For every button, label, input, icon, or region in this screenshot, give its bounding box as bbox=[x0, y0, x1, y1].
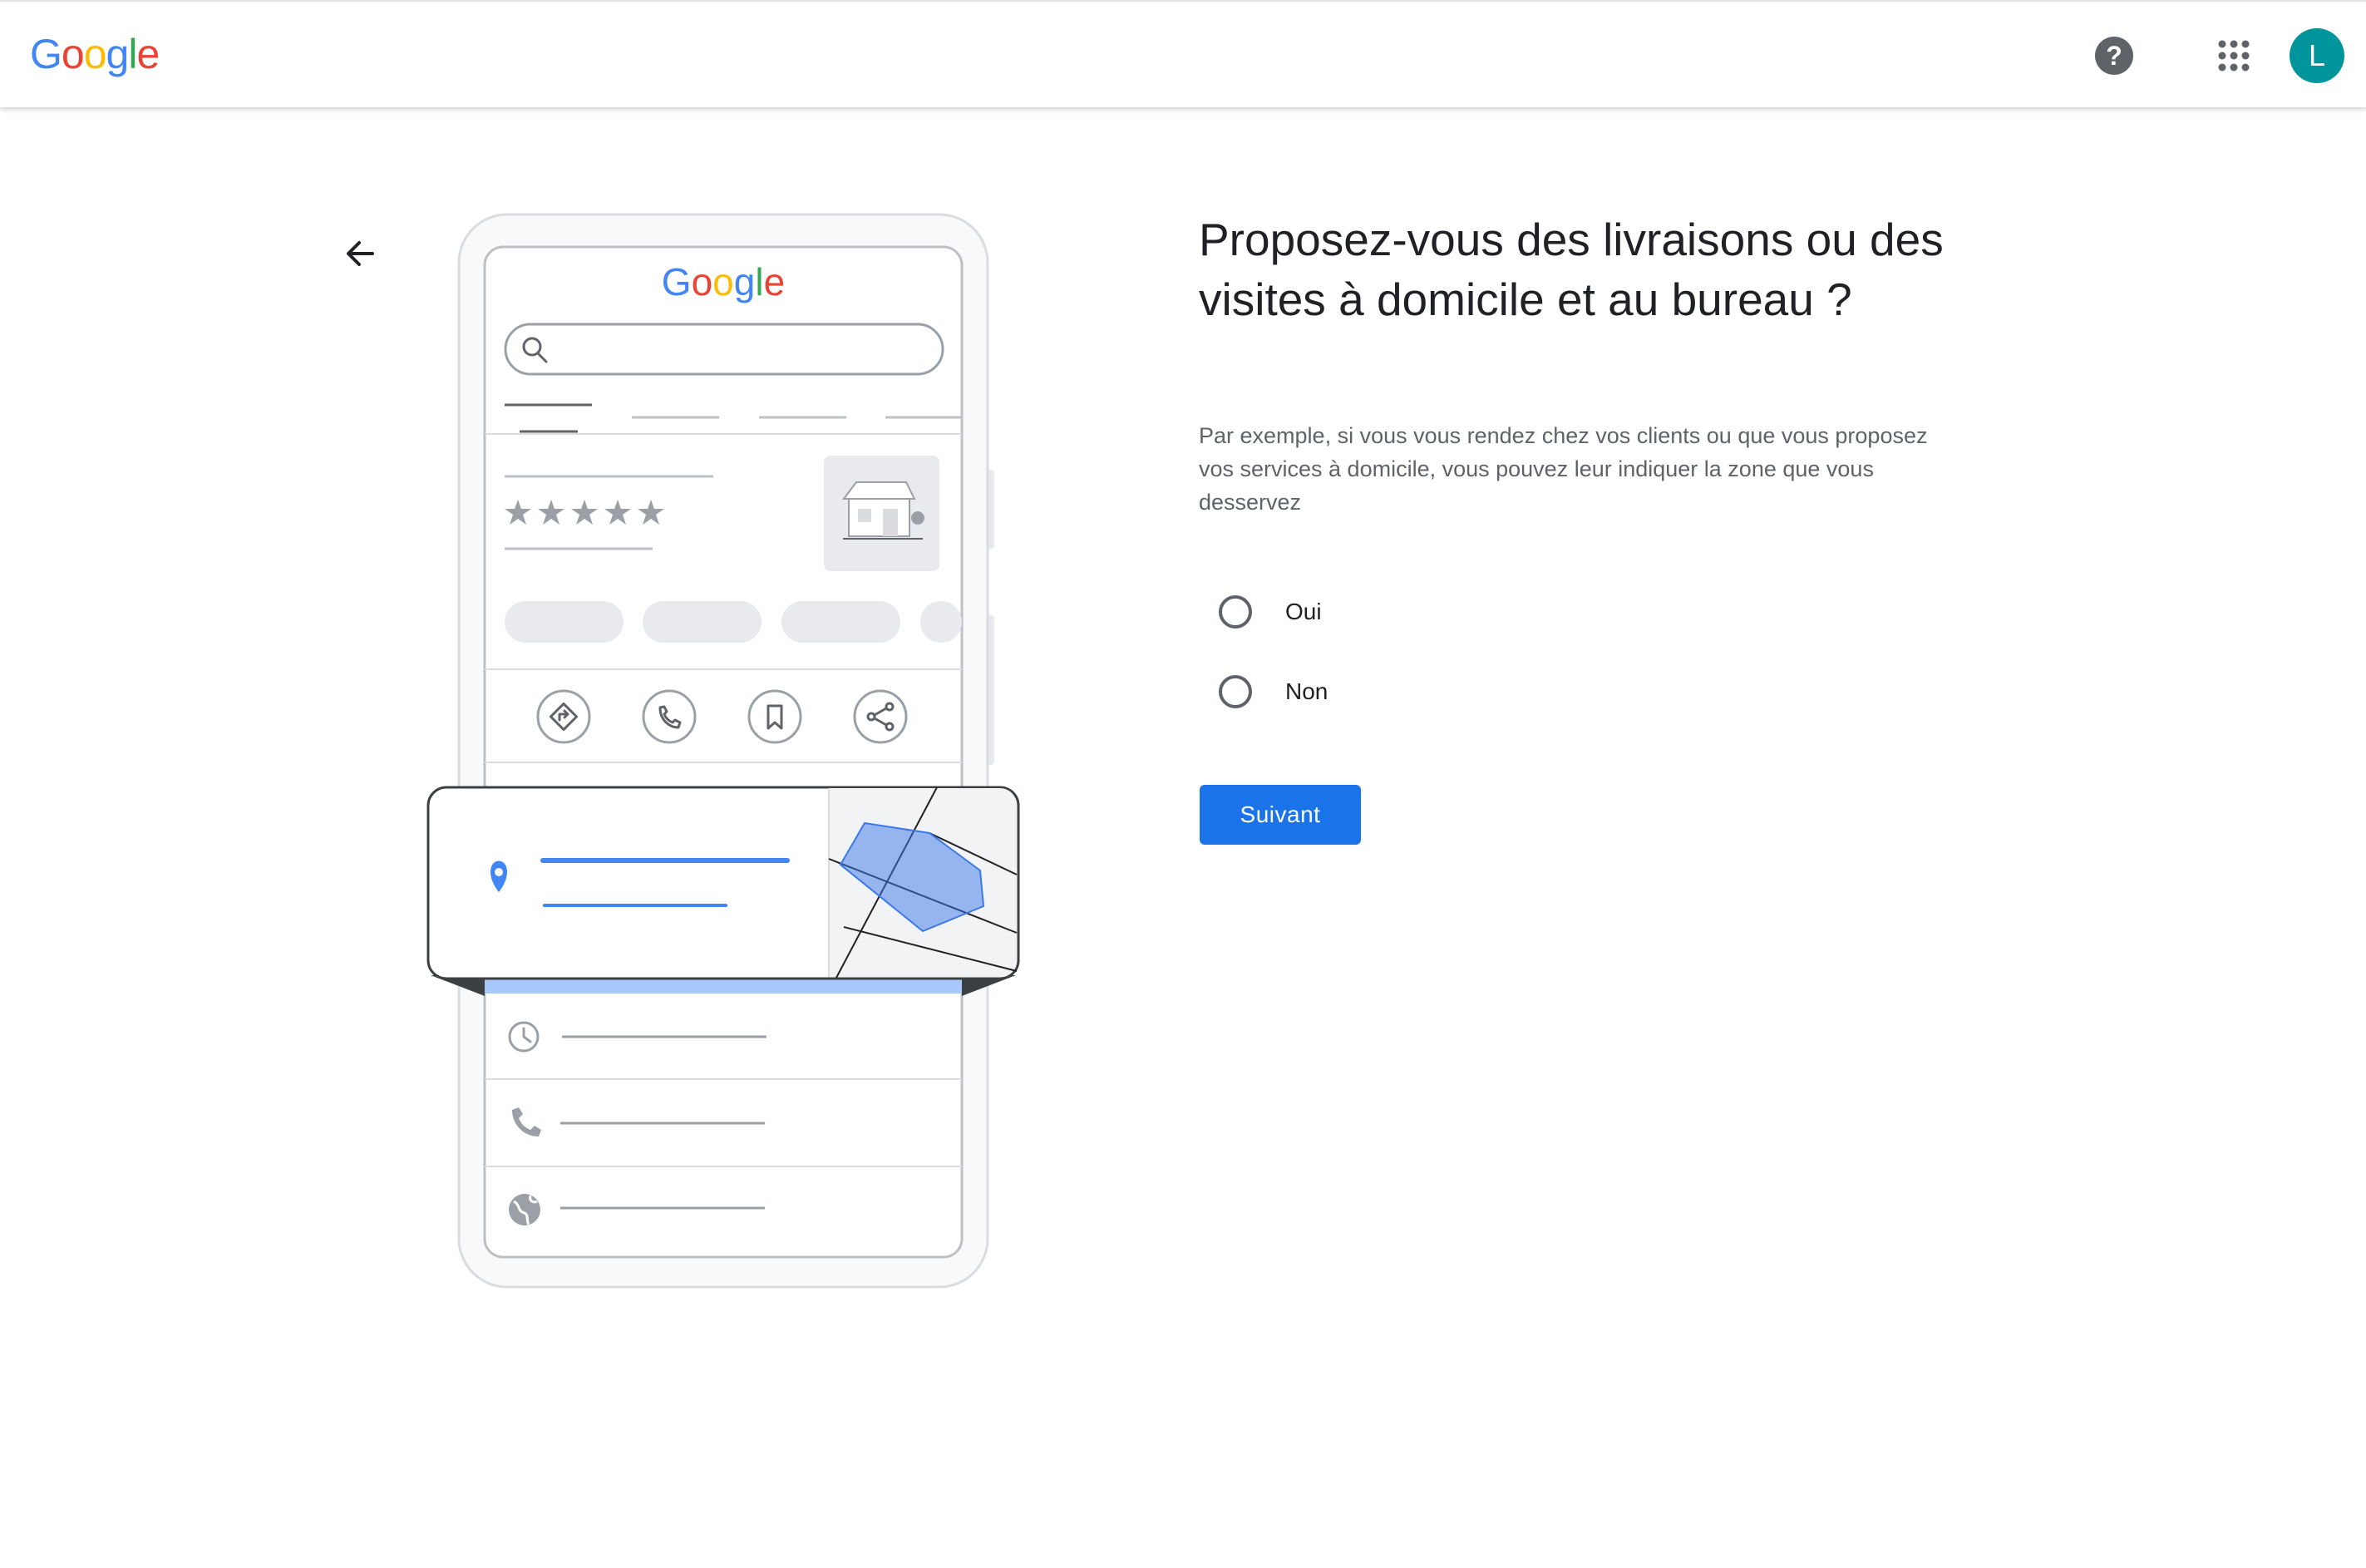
radio-label-oui[interactable]: Oui bbox=[1285, 599, 1322, 625]
phone-google-logo: Google bbox=[662, 260, 785, 303]
next-button[interactable]: Suivant bbox=[1200, 785, 1361, 845]
avatar-initial: L bbox=[2308, 38, 2326, 72]
radio-label-non[interactable]: Non bbox=[1285, 678, 1328, 705]
help-icon[interactable]: ? bbox=[2095, 37, 2133, 75]
radio-button-non[interactable] bbox=[1219, 675, 1252, 708]
phone-mockup-illustration: Google bbox=[426, 213, 1020, 1289]
apps-grid-icon[interactable] bbox=[2215, 37, 2253, 75]
apps-grid-icon-svg bbox=[2218, 40, 2250, 71]
arrow-back-svg bbox=[347, 241, 374, 266]
business-profile-illustration: Google bbox=[424, 212, 1023, 1289]
question-title: Proposez-vous des livraisons ou des visi… bbox=[1199, 214, 1944, 325]
help-glyph: ? bbox=[2106, 40, 2122, 71]
radio-option-non[interactable]: Non bbox=[1219, 675, 1328, 708]
top-app-bar: Google ? L bbox=[0, 0, 2366, 107]
account-avatar[interactable]: L bbox=[2290, 28, 2344, 83]
radio-button-oui[interactable] bbox=[1219, 595, 1252, 629]
question-description: Par exemple, si vous vous rendez chez vo… bbox=[1199, 423, 1928, 515]
radio-option-oui[interactable]: Oui bbox=[1219, 595, 1322, 629]
google-logo[interactable]: Google bbox=[30, 25, 160, 83]
arrow-back-icon[interactable] bbox=[339, 233, 381, 274]
